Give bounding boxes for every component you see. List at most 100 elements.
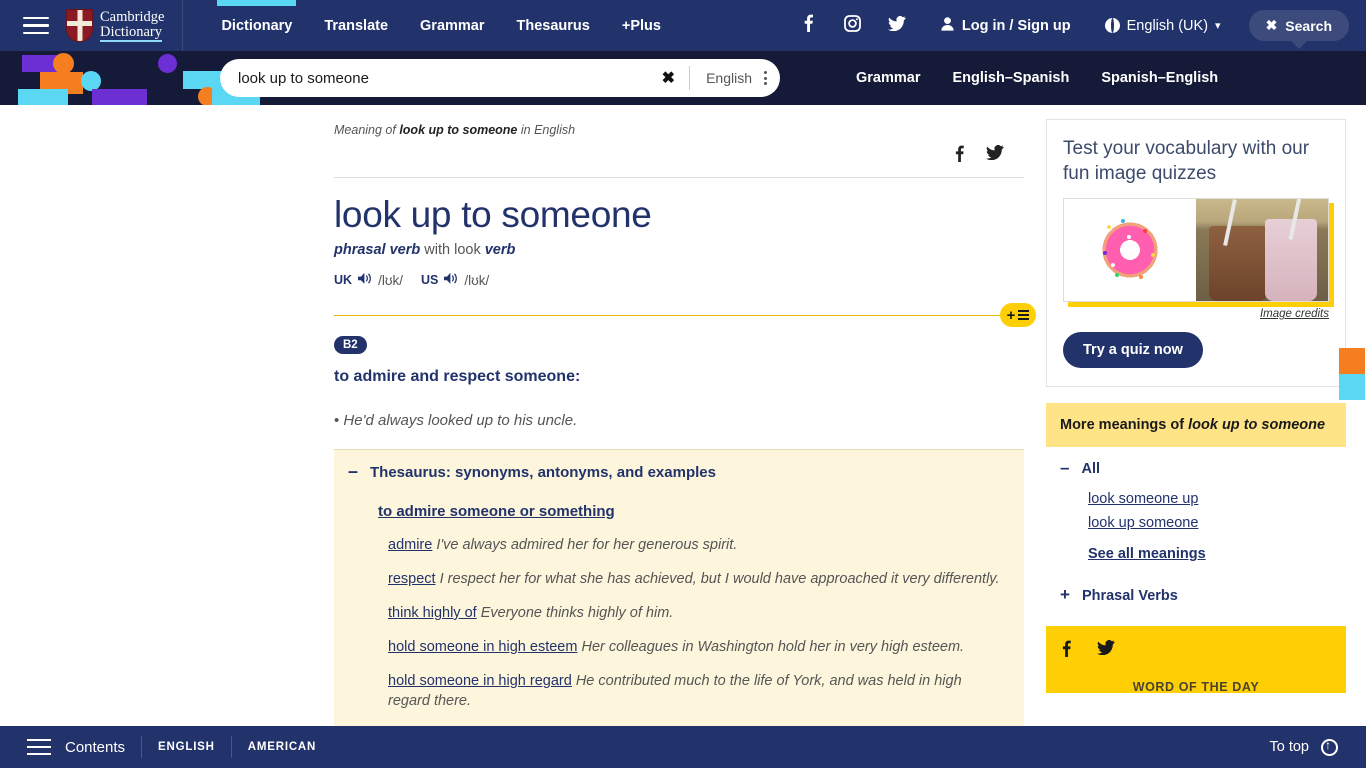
share-row (334, 137, 1024, 177)
see-all-meanings-link[interactable]: See all meanings (1088, 542, 1332, 566)
breadcrumb-prefix: Meaning of (334, 123, 400, 137)
bottom-divider (230, 736, 232, 758)
share-twitter-icon[interactable] (986, 145, 1004, 167)
primary-nav-links: Dictionary Translate Grammar Thesaurus +… (205, 0, 677, 51)
synonym-example: Her colleagues in Washington hold her in… (581, 639, 965, 655)
quiz-image[interactable] (1063, 198, 1329, 302)
synonym-term[interactable]: hold someone in high esteem (388, 639, 577, 655)
meaning-link-look-up-someone[interactable]: look up someone (1088, 511, 1332, 535)
nav-right-group: Log in / Sign up English (UK) ▾ ✖ Search (787, 10, 1366, 41)
nav-item-thesaurus[interactable]: Thesaurus (501, 0, 606, 51)
search-language-selector[interactable]: English (690, 70, 780, 86)
nav-item-dictionary[interactable]: Dictionary (205, 0, 308, 51)
thesaurus-title: Thesaurus: synonyms, antonyms, and examp… (370, 464, 716, 481)
collapse-icon[interactable]: – (1060, 459, 1069, 476)
wod-twitter-icon[interactable] (1097, 640, 1115, 662)
login-signup-button[interactable]: Log in / Sign up (941, 16, 1071, 35)
synonym-term[interactable]: think highly of (388, 605, 477, 621)
instagram-icon[interactable] (831, 14, 875, 37)
thesaurus-header: – Thesaurus: synonyms, antonyms, and exa… (348, 462, 1006, 481)
nav-item-grammar[interactable]: Grammar (404, 0, 500, 51)
bottom-tab-english[interactable]: ENGLISH (158, 741, 215, 753)
close-icon: ✖ (1265, 17, 1278, 33)
synonym-term[interactable]: admire (388, 537, 432, 553)
kebab-menu-icon[interactable] (764, 71, 767, 85)
search-toggle-label: Search (1285, 17, 1332, 34)
breadcrumb: Meaning of look up to someone in English (334, 105, 1024, 137)
donut-icon (1091, 211, 1169, 289)
language-label: English (UK) (1126, 17, 1209, 34)
user-avatar-icon (941, 16, 954, 35)
thesaurus-subtitle[interactable]: to admire someone or something (378, 503, 615, 520)
share-facebook-icon[interactable] (955, 145, 964, 167)
synonym-example: Everyone thinks highly of him. (480, 605, 674, 621)
breadcrumb-suffix: in English (517, 123, 576, 137)
more-meanings-group-all[interactable]: – All (1060, 459, 1332, 477)
quick-links: Grammar English–Spanish Spanish–English (840, 70, 1234, 86)
to-top-label: To top (1269, 739, 1310, 755)
synonym-example: I respect her for what she has achieved,… (439, 571, 1000, 587)
decorative-shapes (0, 51, 260, 105)
nav-item-plus[interactable]: +Plus (606, 0, 677, 51)
add-to-wordlist-button[interactable]: + (1000, 303, 1036, 327)
search-bar-row: ✖ English Grammar English–Spanish Spanis… (0, 51, 1366, 105)
us-audio-icon[interactable] (444, 272, 458, 288)
nav-item-translate[interactable]: Translate (308, 0, 404, 51)
uk-audio-icon[interactable] (358, 272, 372, 288)
synonym-term[interactable]: respect (388, 571, 436, 587)
more-meanings-body: – All look someone up look up someone Se… (1046, 447, 1346, 604)
synonym-term[interactable]: hold someone in high regard (388, 673, 572, 689)
group-label-phrasal-verbs: Phrasal Verbs (1081, 588, 1178, 604)
more-meanings-header: More meanings of look up to someone (1046, 403, 1346, 447)
chocolate-shake (1209, 225, 1268, 301)
divider (334, 177, 1024, 178)
more-meanings-word: look up to someone (1188, 417, 1326, 433)
thesaurus-entry: hold someone in high esteem Her colleagu… (388, 637, 1006, 657)
quicklink-grammar[interactable]: Grammar (840, 70, 936, 86)
bottom-bar: Contents ENGLISH AMERICAN To top (0, 726, 1366, 768)
search-toggle-button[interactable]: ✖ Search (1248, 10, 1349, 41)
logo-text: Cambridge Dictionary (100, 9, 164, 42)
quiz-card: Test your vocabulary with our fun image … (1046, 119, 1365, 400)
logo-line-2: Dictionary (100, 23, 163, 42)
milkshake-image (1196, 199, 1328, 301)
top-navigation-bar: Cambridge Dictionary Dictionary Translat… (0, 0, 1366, 51)
more-meanings-group-phrasal-verbs[interactable]: + Phrasal Verbs (1060, 586, 1332, 604)
try-quiz-button[interactable]: Try a quiz now (1063, 332, 1203, 368)
example-sentence: He'd always looked up to his uncle. (334, 412, 1024, 429)
clear-search-icon[interactable]: ✖ (648, 68, 689, 88)
entry-separator: + (334, 303, 1036, 327)
quiz-title: Test your vocabulary with our fun image … (1063, 138, 1310, 184)
contents-button[interactable]: Contents (65, 739, 125, 756)
wod-facebook-icon[interactable] (1062, 640, 1071, 662)
quicklink-english-spanish[interactable]: English–Spanish (936, 70, 1085, 86)
collapse-icon[interactable]: – (348, 462, 358, 480)
to-top-button[interactable]: To top (1269, 737, 1366, 756)
login-signup-label: Log in / Sign up (961, 17, 1071, 34)
language-selector[interactable]: English (UK) ▾ (1104, 17, 1221, 34)
breadcrumb-word: look up to someone (399, 123, 518, 137)
twitter-icon[interactable] (875, 15, 919, 36)
hamburger-menu-icon[interactable] (23, 12, 49, 40)
cambridge-dictionary-logo[interactable]: Cambridge Dictionary (66, 9, 164, 42)
list-icon (1018, 310, 1030, 320)
word-of-the-day-card: WORD OF THE DAY (1046, 626, 1346, 693)
word-of-the-day-social (1062, 640, 1330, 662)
image-credits-link[interactable]: Image credits (1063, 308, 1329, 320)
expand-icon[interactable]: + (1060, 586, 1070, 603)
contents-hamburger-icon[interactable] (27, 734, 51, 760)
us-ipa: /lʊk/ (464, 272, 490, 288)
main-content: Meaning of look up to someone in English… (0, 105, 1036, 768)
decorative-square-orange (1339, 348, 1365, 374)
uk-ipa: /lʊk/ (378, 272, 403, 288)
search-input[interactable] (220, 69, 648, 87)
more-meanings-card: More meanings of look up to someone – Al… (1046, 403, 1346, 604)
us-label: US (421, 273, 439, 287)
meaning-link-look-someone-up[interactable]: look someone up (1088, 487, 1332, 511)
facebook-icon[interactable] (787, 14, 831, 37)
thesaurus-entry: respect I respect her for what she has a… (388, 569, 1006, 589)
plus-icon: + (1006, 306, 1016, 324)
thesaurus-entry: admire I've always admired her for her g… (388, 535, 1006, 555)
bottom-tab-american[interactable]: AMERICAN (248, 741, 316, 753)
quicklink-spanish-english[interactable]: Spanish–English (1085, 70, 1234, 86)
